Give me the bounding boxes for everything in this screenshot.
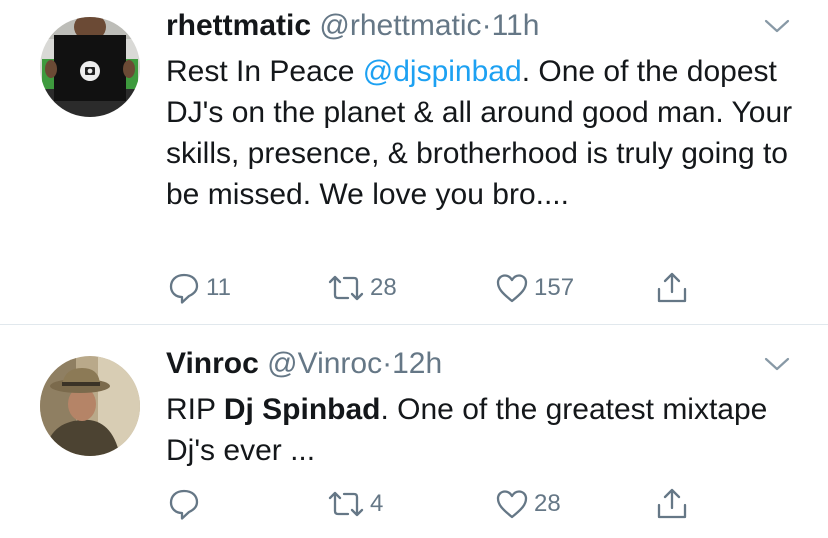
separator-dot: · (382, 347, 393, 380)
tweet-text-start: Rest In Peace (166, 55, 363, 88)
avatar[interactable] (40, 356, 140, 456)
avatar-image (40, 17, 140, 117)
username[interactable]: @rhettmatic (319, 9, 481, 42)
reply-button[interactable]: 11 (166, 268, 231, 308)
tweet-text: RIP Dj Spinbad. One of the greatest mixt… (166, 389, 796, 471)
heart-outline-icon (496, 490, 528, 519)
heart-outline-icon (496, 274, 528, 303)
tweet[interactable]: Vinroc @Vinroc·12h RIP Dj Spinbad. One o… (0, 326, 828, 538)
chevron-down-icon[interactable] (764, 356, 790, 372)
separator-dot: · (481, 9, 492, 42)
mention-link[interactable]: @djspinbad (363, 55, 522, 88)
tweet-header: Vinroc @Vinroc·12h (166, 344, 442, 384)
share-upload-icon (657, 488, 687, 519)
like-button[interactable]: 28 (494, 484, 561, 524)
retweet-button[interactable]: 4 (326, 484, 383, 524)
avatar-image (40, 356, 140, 456)
like-count: 157 (534, 274, 575, 301)
like-count: 28 (534, 490, 561, 517)
timestamp[interactable]: 11h (492, 9, 540, 42)
reply-button[interactable] (166, 484, 206, 524)
bold-reference: Dj Spinbad (223, 393, 381, 426)
like-button[interactable]: 157 (494, 268, 574, 308)
retweet-count: 28 (370, 274, 397, 301)
tweet[interactable]: rhettmatic @rhettmatic·11h Rest In Peace… (0, 0, 828, 325)
tweet-divider (0, 324, 828, 325)
tweet-text: Rest In Peace @djspinbad. One of the dop… (166, 51, 796, 215)
retweet-count: 4 (370, 490, 384, 517)
tweet-header: rhettmatic @rhettmatic·11h (166, 6, 539, 46)
share-button[interactable] (654, 484, 694, 524)
retweet-button[interactable]: 28 (326, 268, 397, 308)
avatar[interactable] (40, 17, 140, 117)
retweet-arrows-icon (328, 491, 364, 517)
reply-count: 11 (206, 274, 231, 301)
tweet-actions: 11 28 157 (166, 268, 706, 308)
speech-bubble-icon (169, 273, 199, 304)
timestamp[interactable]: 12h (392, 347, 442, 380)
share-button[interactable] (654, 268, 694, 308)
share-upload-icon (657, 272, 687, 303)
speech-bubble-icon (169, 489, 199, 520)
tweet-text-start: RIP (166, 393, 224, 426)
display-name[interactable]: Vinroc (166, 347, 259, 380)
tweet-actions: 4 28 (166, 484, 706, 524)
username[interactable]: @Vinroc (267, 347, 382, 380)
retweet-arrows-icon (328, 275, 364, 301)
chevron-down-icon[interactable] (764, 18, 790, 34)
display-name[interactable]: rhettmatic (166, 9, 311, 42)
